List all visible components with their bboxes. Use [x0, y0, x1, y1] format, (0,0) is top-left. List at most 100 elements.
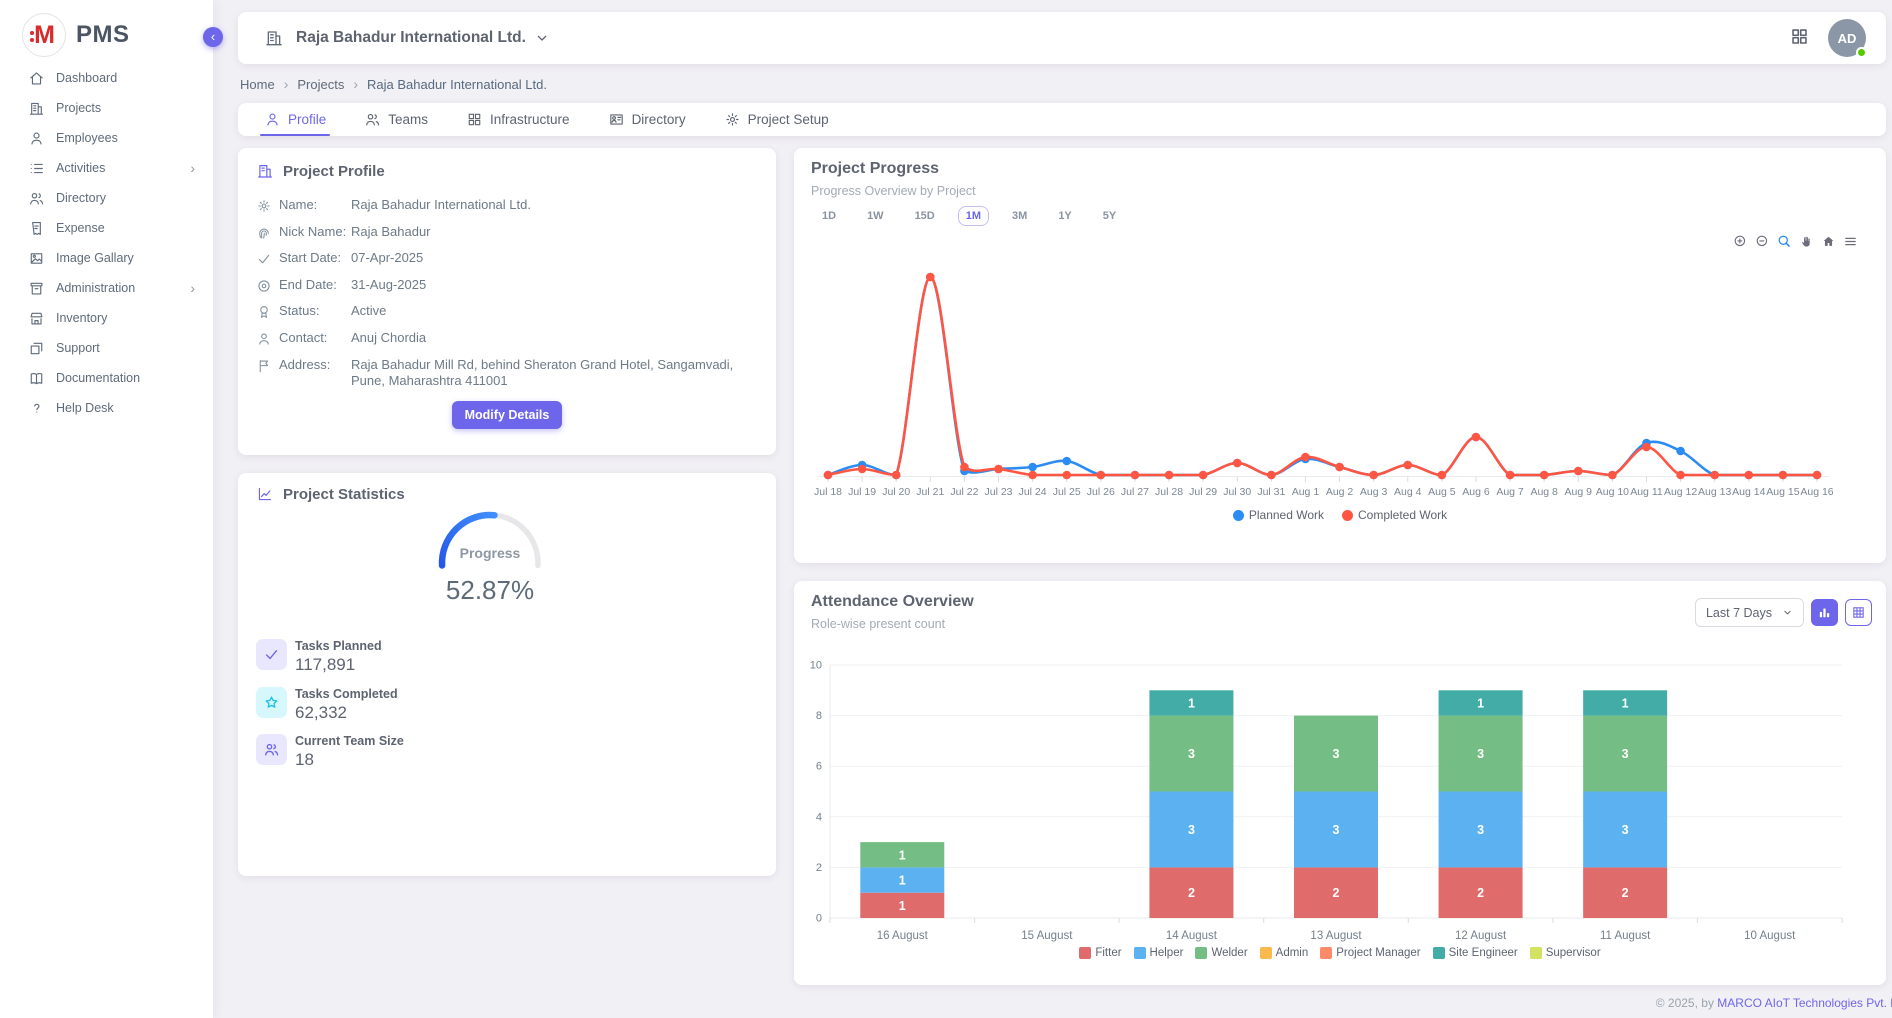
svg-text:0: 0 — [816, 913, 822, 925]
breadcrumb-item-raja-bahadur-international-ltd: Raja Bahadur International Ltd. — [367, 77, 547, 92]
stat-text: Tasks Planned117,891 — [295, 639, 382, 675]
legend-completed-work[interactable]: Completed Work — [1342, 508, 1447, 522]
sidebar-item-help-desk[interactable]: Help Desk — [0, 393, 213, 423]
svg-text:10: 10 — [810, 660, 822, 672]
legend-helper[interactable]: Helper — [1134, 947, 1184, 959]
range-1m[interactable]: 1M — [958, 206, 989, 226]
range-5y[interactable]: 5Y — [1095, 206, 1124, 226]
legend-marker — [1433, 947, 1445, 959]
sidebar-item-expense[interactable]: Expense — [0, 213, 213, 243]
sidebar-item-label: Employees — [56, 131, 195, 145]
sidebar-item-label: Projects — [56, 101, 195, 115]
tab-teams[interactable]: Teams — [364, 103, 428, 136]
svg-text:2: 2 — [1188, 886, 1195, 900]
svg-text:Jul 31: Jul 31 — [1257, 486, 1285, 498]
legend-label: Admin — [1276, 947, 1309, 959]
chart-subtitle: Progress Overview by Project — [811, 184, 976, 198]
legend-marker — [1342, 510, 1353, 521]
svg-text:Aug 16: Aug 16 — [1800, 486, 1833, 498]
home-reset-icon[interactable] — [1821, 234, 1836, 249]
project-progress-card: Project Progress Progress Overview by Pr… — [794, 148, 1886, 563]
legend-planned-work[interactable]: Planned Work — [1233, 508, 1324, 522]
range-1d[interactable]: 1D — [814, 206, 844, 226]
breadcrumb-separator: › — [353, 76, 358, 92]
sidebar-item-directory[interactable]: Directory — [0, 183, 213, 213]
field-label: Name: — [279, 197, 351, 212]
chevron-down-icon[interactable] — [534, 30, 550, 46]
svg-text:Jul 28: Jul 28 — [1155, 486, 1183, 498]
tab-profile[interactable]: Profile — [264, 103, 326, 136]
flag-icon — [256, 358, 272, 374]
range-15d[interactable]: 15D — [907, 206, 943, 226]
pan-hand-icon[interactable] — [1799, 234, 1814, 249]
legend-project-manager[interactable]: Project Manager — [1320, 947, 1420, 959]
tab-label: Project Setup — [748, 112, 829, 127]
tab-label: Profile — [288, 112, 326, 127]
legend-welder[interactable]: Welder — [1195, 947, 1247, 959]
sidebar-item-documentation[interactable]: Documentation — [0, 363, 213, 393]
menu-icon[interactable] — [1843, 234, 1858, 249]
tab-label: Directory — [632, 112, 686, 127]
legend-label: Project Manager — [1336, 947, 1420, 959]
svg-text:Aug 10: Aug 10 — [1596, 486, 1629, 498]
store-icon — [28, 310, 45, 327]
svg-text:Aug 6: Aug 6 — [1462, 486, 1490, 498]
sidebar-item-administration[interactable]: Administration› — [0, 273, 213, 303]
breadcrumb-item-projects[interactable]: Projects — [297, 77, 344, 92]
sidebar-item-employees[interactable]: Employees — [0, 123, 213, 153]
company-link[interactable]: MARCO AIoT Technologies Pvt. Ltd. — [1717, 996, 1892, 1010]
apps-grid-button[interactable] — [1789, 26, 1810, 50]
logo-text: PMS — [76, 21, 130, 49]
legend-admin[interactable]: Admin — [1260, 947, 1309, 959]
breadcrumb-item-home[interactable]: Home — [240, 77, 275, 92]
svg-text:1: 1 — [899, 848, 906, 862]
book-icon — [28, 370, 45, 387]
legend-fitter[interactable]: Fitter — [1079, 947, 1121, 959]
zoom-in-icon[interactable] — [1733, 234, 1748, 249]
time-range-buttons: 1D 1W 15D 1M 3M 1Y 5Y — [814, 206, 1124, 226]
svg-text:8: 8 — [816, 710, 822, 722]
profile-field-name: Name:Raja Bahadur International Ltd. — [256, 193, 758, 220]
range-1y[interactable]: 1Y — [1050, 206, 1079, 226]
sidebar-collapse-button[interactable]: ‹ — [203, 27, 223, 47]
svg-text:2: 2 — [1333, 886, 1340, 900]
legend-marker — [1530, 947, 1542, 959]
sidebar-item-inventory[interactable]: Inventory — [0, 303, 213, 333]
sidebar-item-support[interactable]: Support — [0, 333, 213, 363]
range-1w[interactable]: 1W — [859, 206, 892, 226]
gauge-value: 52.87% — [238, 575, 742, 606]
selection-zoom-icon[interactable] — [1777, 234, 1792, 249]
range-3m[interactable]: 3M — [1004, 206, 1035, 226]
copy-icon — [28, 340, 45, 357]
project-statistics-card: Project Statistics Progress 52.87% Tasks… — [238, 473, 776, 876]
field-label: Status: — [279, 303, 351, 318]
sidebar-item-projects[interactable]: Projects — [0, 93, 213, 123]
tab-project-setup[interactable]: Project Setup — [724, 103, 829, 136]
person-icon — [28, 130, 45, 147]
tab-directory[interactable]: Directory — [608, 103, 686, 136]
tab-label: Teams — [388, 112, 428, 127]
legend-supervisor[interactable]: Supervisor — [1530, 947, 1601, 959]
attendance-overview-card: Attendance Overview Role-wise present co… — [794, 581, 1886, 985]
sidebar-item-image-gallary[interactable]: Image Gallary — [0, 243, 213, 273]
list-icon — [28, 160, 45, 177]
table-view-button[interactable] — [1845, 599, 1872, 626]
progress-gauge — [370, 503, 610, 585]
project-selector[interactable]: Raja Bahadur International Ltd. — [296, 29, 526, 47]
tab-infrastructure[interactable]: Infrastructure — [466, 103, 570, 136]
profile-field-status: Status:Active — [256, 299, 758, 326]
receipt-icon — [28, 220, 45, 237]
bar-view-button[interactable] — [1811, 599, 1838, 626]
sidebar-item-label: Image Gallary — [56, 251, 195, 265]
date-range-select[interactable]: Last 7 Days — [1695, 598, 1804, 627]
modify-details-button[interactable]: Modify Details — [452, 401, 563, 429]
card-title: Project Profile — [283, 163, 385, 180]
legend-site-engineer[interactable]: Site Engineer — [1433, 947, 1518, 959]
avatar[interactable]: AD — [1828, 19, 1866, 57]
fingerprint-icon — [256, 225, 272, 241]
sidebar-item-activities[interactable]: Activities› — [0, 153, 213, 183]
sidebar-item-dashboard[interactable]: Dashboard — [0, 63, 213, 93]
zoom-out-icon[interactable] — [1755, 234, 1770, 249]
svg-text:3: 3 — [1477, 747, 1484, 761]
field-label: Nick Name: — [279, 224, 351, 239]
